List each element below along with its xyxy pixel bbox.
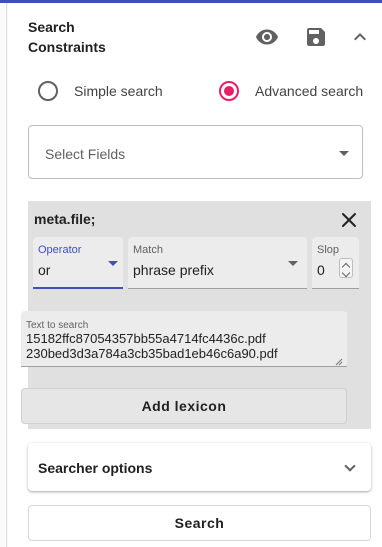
panel-title-line2: Constraints (28, 39, 106, 55)
slop-label: Slop (317, 244, 340, 256)
number-stepper[interactable] (339, 258, 353, 278)
chevron-down-icon (344, 460, 356, 472)
operator-label: Operator (38, 244, 82, 256)
save-icon[interactable] (304, 25, 328, 49)
advanced-search-label: Advanced search (255, 83, 364, 99)
select-fields-dropdown[interactable]: Select Fields (28, 125, 363, 179)
searcher-options-label: Searcher options (38, 460, 153, 476)
close-icon[interactable] (338, 209, 360, 231)
match-label: Match (133, 244, 163, 256)
match-select[interactable]: Match phrase prefix (128, 237, 307, 289)
select-fields-placeholder: Select Fields (45, 146, 126, 162)
dropdown-arrow-icon (339, 151, 349, 156)
match-value: phrase prefix (133, 262, 214, 278)
left-edge (0, 3, 7, 547)
slop-input[interactable]: Slop 0 (312, 237, 359, 289)
add-lexicon-button[interactable]: Add lexicon (21, 388, 347, 424)
text-to-search-label: Text to search (26, 320, 89, 331)
advanced-search-radio[interactable]: Advanced search (219, 76, 363, 106)
eye-icon[interactable] (255, 25, 279, 49)
searcher-options-panel[interactable]: Searcher options (28, 443, 371, 491)
stepper-down-icon (341, 268, 351, 278)
panel-title: Search Constraints (28, 17, 148, 57)
operator-select[interactable]: Operator or (33, 237, 123, 289)
radio-unchecked-icon (38, 81, 58, 101)
radio-checked-icon (219, 81, 239, 101)
slop-value: 0 (317, 262, 325, 278)
text-to-search-value: 15182ffc87054357bb55a4714fc4436c.pdf 230… (26, 331, 278, 361)
panel-title-line1: Search (28, 19, 75, 35)
constraint-field-name: meta.file; (34, 211, 96, 227)
operator-value: or (38, 262, 51, 278)
resize-handle-icon[interactable] (335, 353, 343, 366)
simple-search-label: Simple search (74, 83, 163, 99)
text-to-search-field[interactable]: Text to search 15182ffc87054357bb55a4714… (21, 311, 347, 367)
search-constraints-panel: Search Constraints Simple search Advance… (8, 3, 382, 547)
dropdown-arrow-icon (108, 261, 118, 266)
dropdown-arrow-icon (288, 261, 298, 266)
chevron-up-icon[interactable] (348, 25, 372, 49)
search-button[interactable]: Search (28, 505, 371, 541)
simple-search-radio[interactable]: Simple search (38, 76, 163, 106)
